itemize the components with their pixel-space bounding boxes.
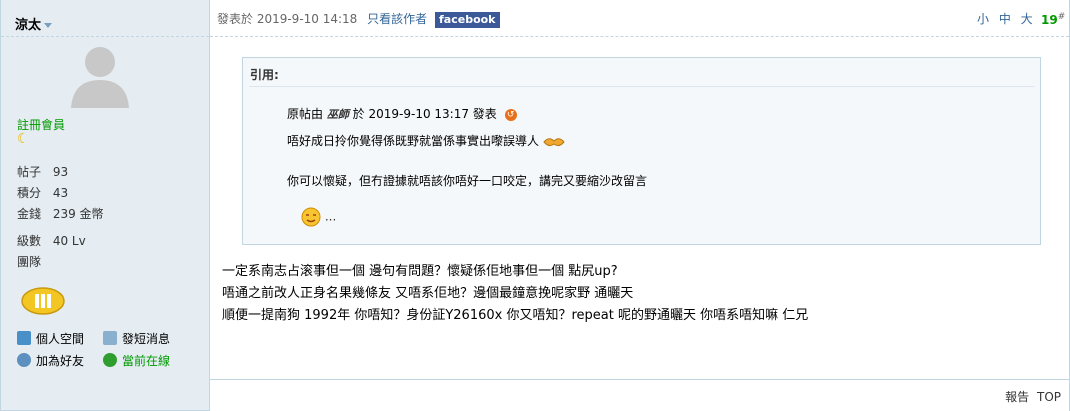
handshake-icon	[543, 137, 565, 146]
online-icon	[103, 353, 117, 367]
only-author-link[interactable]: 只看該作者	[367, 12, 427, 26]
post-actions: 報告 TOP	[1005, 388, 1061, 405]
quote-source: 原帖由 巫師 於 2019-9-10 13:17 發表 ↺	[287, 105, 517, 122]
smiley-icon	[301, 207, 321, 227]
personal-space-link[interactable]: 個人空間	[17, 327, 103, 349]
chevron-down-icon[interactable]	[44, 23, 53, 28]
add-friend-icon	[17, 353, 31, 367]
post-footer: 報告 TOP	[210, 379, 1069, 411]
quote-line: 你可以懷疑，但冇證據就唔該你唔好一口咬定，講完又要縮沙改留言	[287, 174, 648, 188]
post-timestamp: 發表於 2019-9-10 14:18	[217, 12, 358, 26]
username[interactable]: 涼太	[15, 18, 41, 33]
post-line: 順便一提南狗 1992年 你唔知？身份証Y26160x 你又唔知？repeat …	[222, 308, 809, 323]
send-message-link[interactable]: 發短消息	[103, 327, 189, 349]
quote-line: 唔好成日拎你覺得係既野就當係事實出嚟誤導人	[287, 132, 565, 149]
post-info: 發表於 2019-9-10 14:18 只看該作者 facebook	[217, 10, 500, 28]
post-container: 涼太 註冊會員 ☾ 帖子 93 積分 43 金錢 239 金幣 級數 40 Lv…	[0, 0, 1070, 411]
quote-box: 引用: 原帖由 巫師 於 2019-9-10 13:17 發表 ↺ 唔好成日拎你…	[242, 57, 1041, 245]
online-status: 當前在線	[103, 349, 189, 371]
stat-team: 團隊	[17, 255, 42, 269]
moon-rank-icon: ☾	[17, 131, 30, 147]
stat-money: 金錢 239 金幣	[17, 207, 104, 221]
medal-icon	[21, 287, 65, 315]
go-to-post-icon[interactable]: ↺	[504, 108, 517, 121]
stat-posts: 帖子 93	[17, 165, 69, 179]
post-line: 唔通之前改人正身名果幾條友 又唔系佢地？邊個最鐘意挽呢家野 通曬天	[222, 286, 634, 301]
report-link[interactable]: 報告	[1005, 390, 1029, 404]
floor-number[interactable]: 19#	[1041, 12, 1065, 27]
message-icon	[103, 331, 117, 345]
font-size-switcher[interactable]: 小 中 大	[977, 10, 1033, 27]
username-link[interactable]: 涼太	[15, 14, 53, 33]
quote-author-link[interactable]: 巫師	[327, 108, 349, 121]
add-friend-link[interactable]: 加為好友	[17, 349, 103, 371]
user-links: 個人空間 發短消息 加為好友 當前在線	[17, 327, 189, 371]
divider	[249, 86, 1034, 87]
post-line: 一定系南志占滚事但一個 邊句有問題？懷疑係佢地事但一個 點尻up?	[222, 264, 618, 279]
user-sidebar: 涼太 註冊會員 ☾ 帖子 93 積分 43 金錢 239 金幣 級數 40 Lv…	[1, 0, 210, 410]
quote-line: ...	[301, 207, 336, 227]
top-link[interactable]: TOP	[1037, 390, 1061, 404]
stat-points: 積分 43	[17, 186, 69, 200]
facebook-share-button[interactable]: facebook	[435, 11, 500, 28]
avatar[interactable]	[65, 42, 135, 108]
quote-header: 引用:	[250, 68, 279, 82]
post-header: 發表於 2019-9-10 14:18 只看該作者 facebook 小 中 大…	[210, 0, 1069, 37]
stat-level: 級數 40 Lv	[17, 234, 86, 248]
user-stats: 帖子 93 積分 43 金錢 239 金幣 級數 40 Lv 團隊	[17, 162, 104, 273]
divider	[1, 36, 209, 37]
post-body: 一定系南志占滚事但一個 邊句有問題？懷疑係佢地事但一個 點尻up? 唔通之前改人…	[222, 261, 808, 327]
home-icon	[17, 331, 31, 345]
